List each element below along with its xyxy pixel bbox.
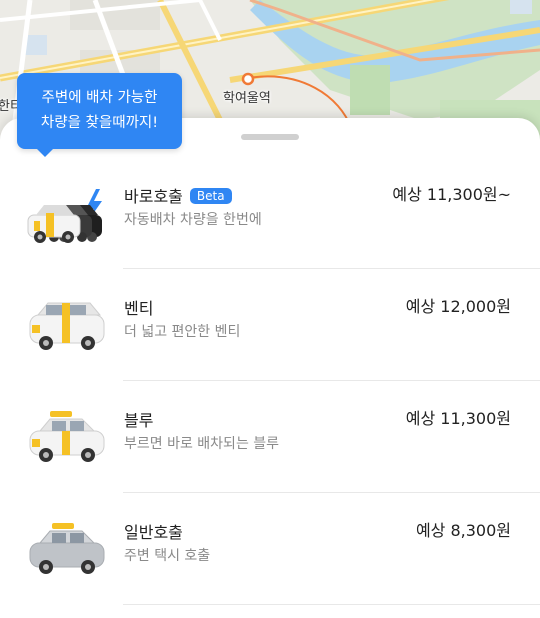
venti-van-icon	[29, 302, 105, 350]
sheet-drag-handle[interactable]	[241, 134, 299, 140]
ride-options-sheet: 바로호출 Beta 자동배차 차량을 한번에 예상 11,300원~ 벤티 더 넓…	[0, 118, 540, 618]
ride-option-barohochul[interactable]: 바로호출 Beta 자동배차 차량을 한번에 예상 11,300원~	[0, 157, 540, 269]
option-description: 주변 택시 호출	[124, 548, 211, 564]
blue-taxi-icon	[29, 411, 105, 462]
option-price: 예상 11,300원	[405, 409, 511, 428]
beta-badge: Beta	[189, 188, 232, 204]
option-description: 자동배차 차량을 한번에	[124, 212, 262, 228]
row-divider	[123, 604, 540, 605]
option-price: 예상 12,000원	[405, 297, 511, 316]
option-name: 벤티	[124, 299, 154, 318]
tooltip-tail	[37, 149, 53, 157]
general-taxi-icon	[29, 523, 105, 574]
multi-taxi-lightning-icon	[27, 189, 102, 243]
tooltip: 주변에 배차 가능한 차량을 찾을때까지!	[17, 73, 182, 149]
option-name-text: 바로호출	[124, 187, 183, 206]
station-label: 학여울역	[223, 91, 271, 106]
option-description: 더 넓고 편안한 벤티	[124, 324, 241, 340]
option-price: 예상 11,300원~	[392, 185, 511, 204]
ride-option-general[interactable]: 일반호출 주변 택시 호출 예상 8,300원	[0, 493, 540, 605]
ride-option-venti[interactable]: 벤티 더 넓고 편안한 벤티 예상 12,000원	[0, 269, 540, 381]
option-name: 일반호출	[124, 523, 183, 542]
option-description: 부르면 바로 배차되는 블루	[124, 436, 280, 452]
tooltip-line-1: 주변에 배차 가능한	[41, 90, 158, 106]
option-price: 예상 8,300원	[415, 521, 511, 540]
option-name: 바로호출 Beta	[124, 183, 232, 207]
ride-option-blue[interactable]: 블루 부르면 바로 배차되는 블루 예상 11,300원	[0, 381, 540, 493]
option-name: 블루	[124, 411, 154, 430]
tooltip-line-2: 차량을 찾을때까지!	[40, 115, 159, 131]
